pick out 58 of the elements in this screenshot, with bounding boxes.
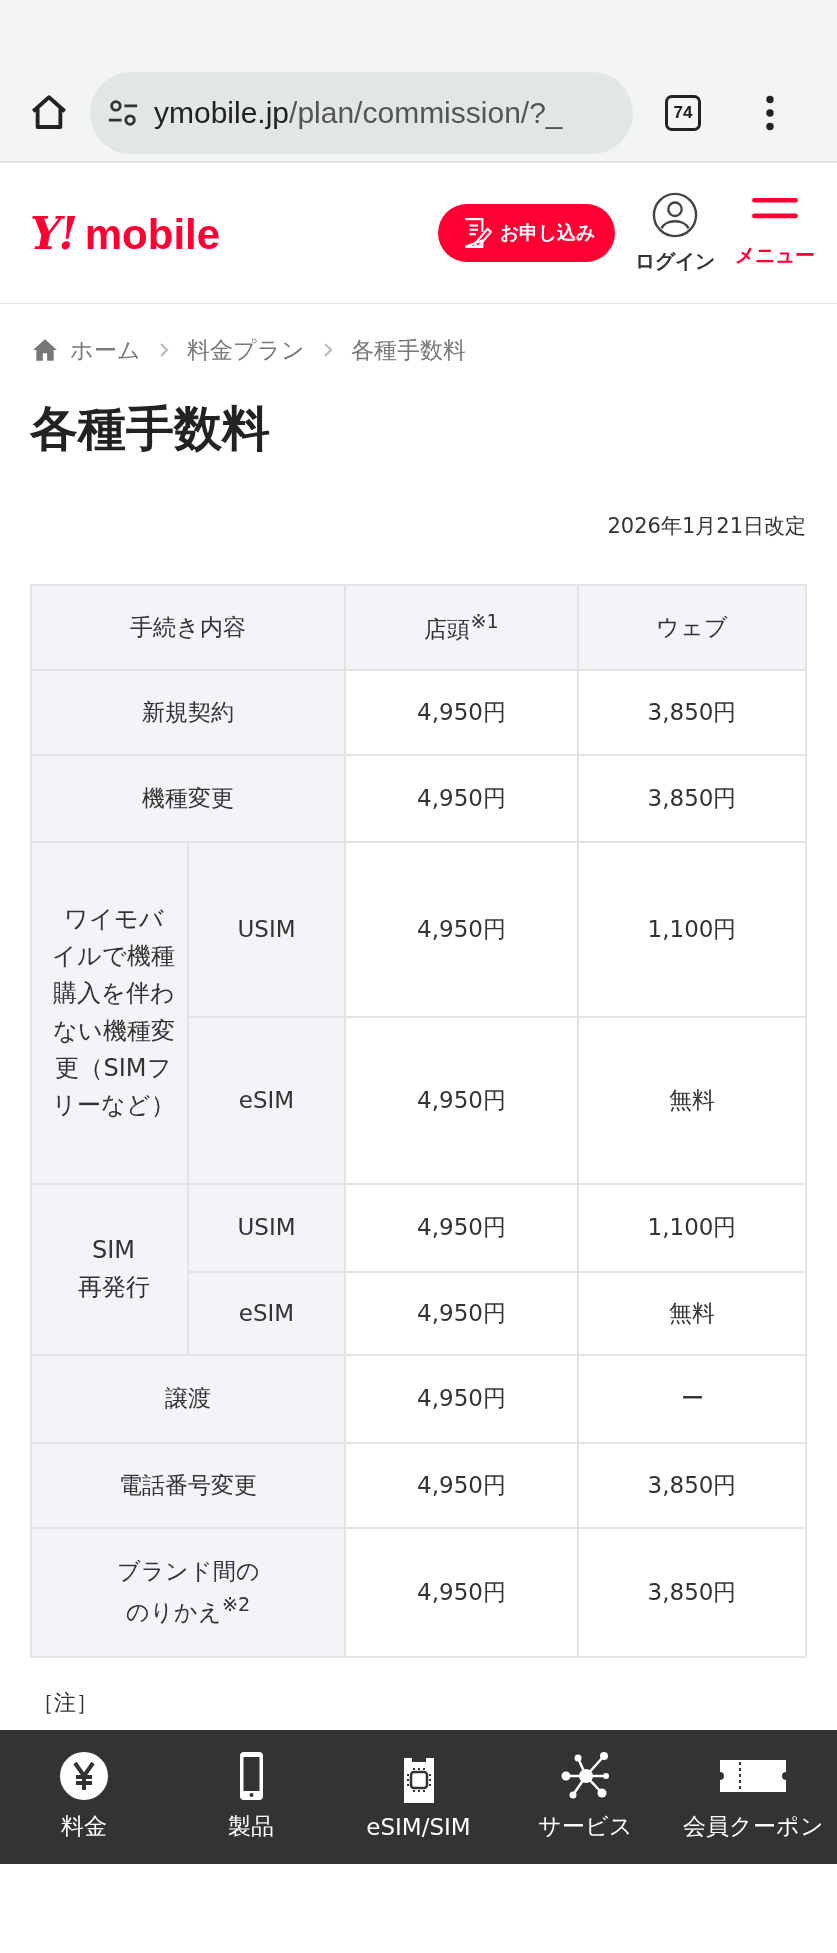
apply-button[interactable]: お申し込み <box>438 204 615 262</box>
row-header: eSIM <box>188 1271 345 1355</box>
logo[interactable]: Y! mobile <box>30 207 221 259</box>
row-header: SIM 再発行 <box>31 1183 188 1355</box>
table-cell: 1,100円 <box>578 1183 806 1272</box>
chevron-right-icon <box>159 342 169 358</box>
bottom-nav-item[interactable]: 製品 <box>167 1729 335 1864</box>
chevron-right-icon <box>323 342 333 358</box>
bottom-nav-item[interactable]: 会員クーポン <box>669 1729 837 1864</box>
row-header: 電話番号変更 <box>31 1442 345 1528</box>
user-icon <box>652 191 698 238</box>
revision-date: 2026年1月21日改定 <box>607 512 806 540</box>
form-pen-icon <box>462 217 492 249</box>
tab-count[interactable]: 74 <box>665 95 701 131</box>
menu-button[interactable]: メニュー <box>735 197 815 269</box>
breadcrumb-link[interactable]: 料金プラン <box>187 334 305 366</box>
row-header: 機種変更 <box>31 754 345 842</box>
table-cell: 4,950円 <box>345 1016 578 1184</box>
table-cell: 4,950円 <box>345 1271 578 1355</box>
table-cell: 3,850円 <box>578 669 806 755</box>
yen-icon <box>58 1751 109 1802</box>
home-icon <box>32 337 58 363</box>
column-header: ウェブ <box>578 584 806 670</box>
row-header: 譲渡 <box>31 1354 345 1443</box>
table-cell: 4,950円 <box>345 1442 578 1528</box>
table-cell: ー <box>578 1354 806 1443</box>
column-header: 手続き内容 <box>31 584 345 670</box>
breadcrumb-current: 各種手数料 <box>351 335 466 365</box>
table-cell: 3,850円 <box>578 754 806 842</box>
table-cell: 4,950円 <box>345 841 578 1017</box>
table-cell: 4,950円 <box>345 754 578 842</box>
note-heading: ［注］ <box>32 1689 98 1715</box>
table-cell: 3,850円 <box>578 1527 806 1657</box>
row-header: 新規契約 <box>31 669 345 755</box>
column-header: 店頭$^{※1}$ <box>345 584 578 670</box>
bottom-nav-item[interactable]: サービス <box>502 1729 670 1864</box>
more-options-icon[interactable] <box>765 95 775 131</box>
breadcrumb-link[interactable]: ホーム <box>70 334 141 366</box>
row-header: ブランド間ののりかえ$^{※2}$ <box>31 1527 345 1657</box>
address-bar[interactable]: ymobile.jp/plan/commission/?_ <box>90 72 633 154</box>
url-text: ymobile.jp/plan/commission/?_ <box>154 96 563 130</box>
table-cell: 1,100円 <box>578 841 806 1017</box>
table-cell: 4,950円 <box>345 1183 578 1272</box>
table-cell: 4,950円 <box>345 669 578 755</box>
table-cell: 3,850円 <box>578 1442 806 1528</box>
row-header: ワイモバイルで機種購入を伴わない機種変更（SIMフリーなど） <box>31 841 188 1184</box>
bottom-nav-item[interactable]: 料金 <box>0 1729 168 1864</box>
table-cell: 無料 <box>578 1016 806 1184</box>
login-button[interactable]: ログイン <box>635 191 715 275</box>
table-cell: 無料 <box>578 1271 806 1355</box>
table-cell: 4,950円 <box>345 1527 578 1657</box>
row-header: USIM <box>188 1183 345 1272</box>
page-title: 各種手数料 <box>30 400 271 458</box>
row-header: USIM <box>188 841 345 1017</box>
row-header: eSIM <box>188 1016 345 1184</box>
table-cell: 4,950円 <box>345 1354 578 1443</box>
bottom-nav-item[interactable]: eSIM/SIM <box>334 1729 503 1864</box>
menu-icon <box>750 197 800 220</box>
